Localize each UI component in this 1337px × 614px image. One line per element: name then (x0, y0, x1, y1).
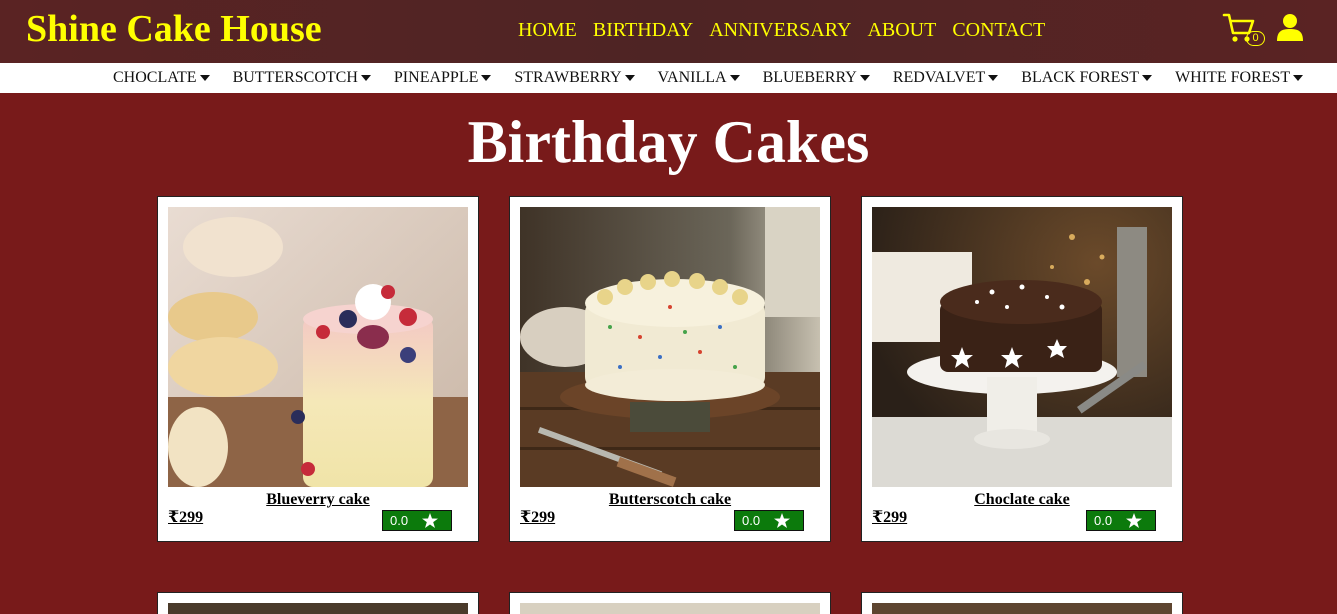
rating-badge: 0.0 (382, 510, 452, 531)
product-image[interactable] (520, 603, 820, 614)
flavor-label: PINEAPPLE (393, 69, 479, 86)
product-image[interactable] (872, 207, 1172, 487)
nav-home[interactable]: HOME (518, 17, 577, 43)
product-image[interactable] (520, 207, 820, 487)
rating-value: 0.0 (390, 513, 409, 528)
star-icon (774, 513, 790, 528)
flavor-label: BLUEBERRY (762, 69, 857, 86)
flavor-label: CHOCLATE (113, 69, 197, 86)
caret-down-icon (199, 75, 210, 81)
nav-birthday[interactable]: BIRTHDAY (593, 17, 693, 43)
flavor-strawberry[interactable]: STRAWBERRY (514, 67, 635, 89)
star-icon (422, 513, 438, 528)
product-price[interactable]: ₹299 (872, 508, 907, 528)
flavor-label: REDVALVET (892, 69, 986, 86)
page-title: Birthday Cakes (467, 109, 870, 175)
cart-count-badge: 0 (1246, 31, 1265, 46)
flavor-pineapple[interactable]: PINEAPPLE (393, 67, 492, 89)
flavor-choclate[interactable]: CHOCLATE (113, 67, 210, 89)
product-image[interactable] (168, 603, 468, 614)
caret-down-icon (859, 75, 870, 81)
caret-down-icon (729, 75, 740, 81)
product-price[interactable]: ₹299 (168, 508, 203, 528)
flavor-label: STRAWBERRY (514, 69, 622, 86)
product-name[interactable]: Blueverry cake (158, 490, 478, 510)
nav-anniversary[interactable]: ANNIVERSARY (709, 17, 851, 43)
product-price[interactable]: ₹299 (520, 508, 555, 528)
product-name[interactable]: Choclate cake (862, 490, 1182, 510)
brand-logo[interactable]: Shine Cake House (26, 6, 322, 52)
flavor-label: WHITE FOREST (1175, 69, 1291, 86)
caret-down-icon (624, 75, 635, 81)
flavor-label: BLACK FOREST (1021, 69, 1140, 86)
star-icon (1126, 513, 1142, 528)
flavor-redvalvet[interactable]: REDVALVET (892, 67, 999, 89)
nav-about[interactable]: ABOUT (867, 17, 936, 43)
product-card[interactable]: Blueverry cake ₹299 0.0 (157, 196, 479, 542)
top-header: Shine Cake House HOME BIRTHDAY ANNIVERSA… (0, 0, 1337, 63)
rating-badge: 0.0 (1086, 510, 1156, 531)
flavor-blueberry[interactable]: BLUEBERRY (763, 67, 870, 89)
rating-badge: 0.0 (734, 510, 804, 531)
flavor-black-forest[interactable]: BLACK FOREST (1021, 67, 1153, 89)
product-image[interactable] (872, 603, 1172, 614)
nav-contact[interactable]: CONTACT (952, 17, 1045, 43)
caret-down-icon (481, 75, 492, 81)
rating-value: 0.0 (742, 513, 761, 528)
product-card[interactable]: Choclate cake ₹299 0.0 (861, 196, 1183, 542)
product-card[interactable]: Butterscotch cake ₹299 0.0 (509, 196, 831, 542)
flavor-vanilla[interactable]: VANILLA (658, 67, 740, 89)
main-nav: HOME BIRTHDAY ANNIVERSARY ABOUT CONTACT (518, 17, 1045, 43)
caret-down-icon (360, 75, 371, 81)
caret-down-icon (988, 75, 999, 81)
caret-down-icon (1142, 75, 1153, 81)
flavor-butterscotch[interactable]: BUTTERSCOTCH (233, 67, 371, 89)
flavor-label: BUTTERSCOTCH (232, 69, 358, 86)
caret-down-icon (1293, 75, 1304, 81)
user-icon[interactable] (1276, 13, 1304, 41)
flavor-nav: CHOCLATE BUTTERSCOTCH PINEAPPLE STRAWBER… (0, 63, 1337, 93)
product-card[interactable] (861, 592, 1183, 614)
flavor-white-forest[interactable]: WHITE FOREST (1175, 67, 1304, 89)
flavor-label: VANILLA (657, 69, 727, 86)
rating-value: 0.0 (1094, 513, 1113, 528)
product-card[interactable] (157, 592, 479, 614)
product-card[interactable] (509, 592, 831, 614)
product-name[interactable]: Butterscotch cake (510, 490, 830, 510)
product-image[interactable] (168, 207, 468, 487)
